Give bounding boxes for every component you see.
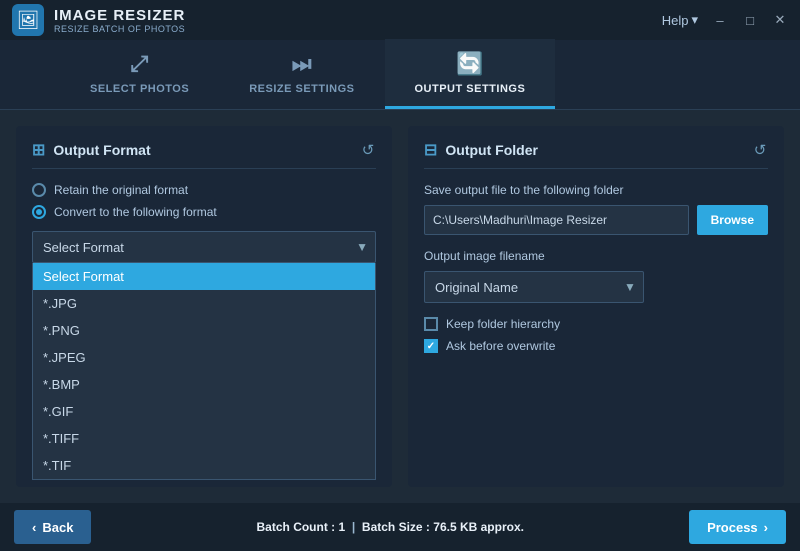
format-option-png[interactable]: *.PNG — [33, 317, 375, 344]
convert-format-radio[interactable] — [32, 205, 46, 219]
footer-info: Batch Count : 1 | Batch Size : 76.5 KB a… — [257, 520, 524, 534]
format-option-jpeg[interactable]: *.JPEG — [33, 344, 375, 371]
folder-path-input[interactable] — [424, 205, 689, 235]
restore-button[interactable]: □ — [742, 12, 758, 28]
tab-output-settings[interactable]: 🔄 OUTPUT SETTINGS — [385, 39, 556, 109]
convert-format-option[interactable]: Convert to the following format — [32, 205, 376, 219]
resize-settings-icon: ⏭ — [292, 51, 312, 77]
format-dropdown-selected: Select Format — [43, 240, 124, 255]
output-folder-panel-icon: ⊟ — [424, 140, 437, 160]
minimize-button[interactable]: – — [712, 12, 728, 28]
app-title: IMAGE RESIZER — [54, 7, 185, 24]
batch-count-label: Batch Count : — [257, 520, 336, 534]
keep-hierarchy-label: Keep folder hierarchy — [446, 317, 560, 331]
checkbox-group: Keep folder hierarchy Ask before overwri… — [424, 317, 768, 353]
format-option-jpg[interactable]: *.JPG — [33, 290, 375, 317]
retain-format-option[interactable]: Retain the original format — [32, 183, 376, 197]
footer: ‹ Back Batch Count : 1 | Batch Size : 76… — [0, 503, 800, 551]
format-radio-group: Retain the original format Convert to th… — [32, 183, 376, 219]
back-icon: ‹ — [32, 520, 36, 535]
format-option-tiff[interactable]: *.TIFF — [33, 425, 375, 452]
format-dropdown-container: Select Format ▼ Select Format *.JPG *.PN… — [32, 231, 376, 263]
ask-overwrite-label: Ask before overwrite — [446, 339, 555, 353]
back-label: Back — [42, 520, 73, 535]
tab-resize-settings[interactable]: ⏭ RESIZE SETTINGS — [219, 39, 384, 109]
app-subtitle: RESIZE BATCH OF PHOTOS — [54, 24, 185, 34]
ask-overwrite-checkbox[interactable] — [424, 339, 438, 353]
batch-count-value: 1 — [339, 520, 346, 534]
format-option-bmp[interactable]: *.BMP — [33, 371, 375, 398]
process-icon: › — [764, 520, 768, 535]
output-format-header: ⊞ Output Format — [32, 140, 376, 169]
output-folder-title: Output Folder — [445, 142, 538, 158]
filename-dropdown-selected: Original Name — [435, 280, 518, 295]
format-option-select[interactable]: Select Format — [33, 263, 375, 290]
format-option-gif[interactable]: *.GIF — [33, 398, 375, 425]
tab-select-photos[interactable]: ⤢ SELECT PHOTOS — [60, 39, 219, 109]
tab-output-settings-label: OUTPUT SETTINGS — [415, 83, 526, 95]
filename-dropdown[interactable]: Original Name — [424, 271, 644, 303]
process-button[interactable]: Process › — [689, 510, 786, 544]
titlebar-left: 🖼 IMAGE RESIZER RESIZE BATCH OF PHOTOS — [12, 4, 185, 36]
format-dropdown[interactable]: Select Format — [32, 231, 376, 263]
ask-overwrite-option[interactable]: Ask before overwrite — [424, 339, 768, 353]
close-button[interactable]: ✕ — [772, 12, 788, 28]
output-settings-icon: 🔄 — [456, 51, 484, 77]
format-dropdown-list: Select Format *.JPG *.PNG *.JPEG *.BMP *… — [32, 263, 376, 480]
back-button[interactable]: ‹ Back — [14, 510, 91, 544]
process-label: Process — [707, 520, 758, 535]
help-button[interactable]: Help ▾ — [662, 12, 698, 28]
batch-size-value: 76.5 KB approx. — [433, 520, 524, 534]
main-content: ⊞ Output Format ↺ Retain the original fo… — [0, 110, 800, 503]
output-folder-refresh-button[interactable]: ↺ — [748, 138, 772, 162]
retain-format-radio[interactable] — [32, 183, 46, 197]
app-logo: 🖼 — [12, 4, 44, 36]
tab-select-photos-label: SELECT PHOTOS — [90, 83, 189, 95]
tab-resize-settings-label: RESIZE SETTINGS — [249, 83, 354, 95]
titlebar-right: Help ▾ – □ ✕ — [662, 12, 788, 28]
folder-save-label: Save output file to the following folder — [424, 183, 768, 197]
output-format-panel: ⊞ Output Format ↺ Retain the original fo… — [16, 126, 392, 487]
format-option-tif[interactable]: *.TIF — [33, 452, 375, 479]
browse-button[interactable]: Browse — [697, 205, 768, 235]
app-title-block: IMAGE RESIZER RESIZE BATCH OF PHOTOS — [54, 7, 185, 34]
keep-hierarchy-checkbox[interactable] — [424, 317, 438, 331]
batch-size-label: Batch Size : — [362, 520, 430, 534]
folder-input-row: Browse — [424, 205, 768, 235]
convert-format-label: Convert to the following format — [54, 205, 217, 219]
app-logo-icon: 🖼 — [17, 10, 40, 31]
filename-dropdown-container: Original Name ▼ — [424, 271, 768, 303]
output-folder-header: ⊟ Output Folder — [424, 140, 768, 169]
keep-hierarchy-option[interactable]: Keep folder hierarchy — [424, 317, 768, 331]
retain-format-label: Retain the original format — [54, 183, 188, 197]
filename-label: Output image filename — [424, 249, 768, 263]
output-format-refresh-button[interactable]: ↺ — [356, 138, 380, 162]
output-format-panel-icon: ⊞ — [32, 140, 45, 160]
output-format-title: Output Format — [53, 142, 150, 158]
titlebar: 🖼 IMAGE RESIZER RESIZE BATCH OF PHOTOS H… — [0, 0, 800, 40]
output-folder-panel: ⊟ Output Folder ↺ Save output file to th… — [408, 126, 784, 487]
nav-tabs: ⤢ SELECT PHOTOS ⏭ RESIZE SETTINGS 🔄 OUTP… — [0, 40, 800, 110]
select-photos-icon: ⤢ — [131, 51, 149, 77]
